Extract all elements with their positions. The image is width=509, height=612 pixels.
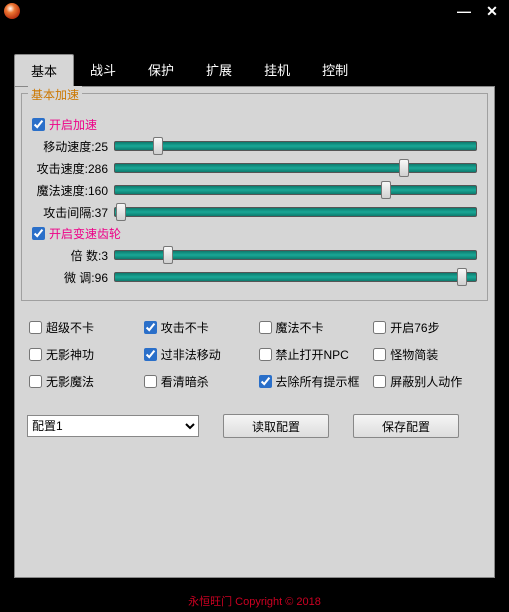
tab-basic[interactable]: 基本 — [14, 54, 74, 86]
opt-76step[interactable]: 开启76步 — [373, 319, 480, 336]
fine-tune-row: 微 调:96 — [32, 268, 477, 286]
save-config-button[interactable]: 保存配置 — [353, 414, 459, 438]
enable-gear-row: 开启变速齿轮 — [32, 225, 477, 242]
opt-hide-others[interactable]: 屏蔽别人动作 — [373, 373, 480, 390]
opt-see-assassin[interactable]: 看清暗杀 — [144, 373, 251, 390]
tab-bar: 基本 战斗 保护 扩展 挂机 控制 — [0, 22, 509, 86]
tab-control[interactable]: 控制 — [306, 54, 364, 86]
attack-gap-slider[interactable] — [114, 203, 477, 221]
speed-fieldset: 基本加速 开启加速 移动速度:25 攻击速度:286 魔法速度:160 攻击间隔… — [21, 93, 488, 301]
titlebar: — ✕ — [0, 0, 509, 22]
magic-speed-label: 魔法速度:160 — [32, 182, 114, 199]
opt-attack-nolag[interactable]: 攻击不卡 — [144, 319, 251, 336]
magic-speed-slider[interactable] — [114, 181, 477, 199]
move-speed-label: 移动速度:25 — [32, 138, 114, 155]
options-grid: 超级不卡 攻击不卡 魔法不卡 开启76步 无影神功 过非法移动 禁止打开NPC … — [15, 301, 494, 408]
enable-speed-label: 开启加速 — [49, 116, 97, 133]
fieldset-legend: 基本加速 — [28, 86, 82, 103]
footer-text: 永恒旺门 Copyright © 2018 — [0, 593, 509, 609]
attack-speed-slider[interactable] — [114, 159, 477, 177]
opt-shadowless-skill[interactable]: 无影神功 — [29, 346, 136, 363]
enable-speed-checkbox[interactable] — [32, 118, 45, 131]
fine-tune-slider[interactable] — [114, 268, 477, 286]
enable-speed-row: 开启加速 — [32, 116, 477, 133]
main-panel: 基本加速 开启加速 移动速度:25 攻击速度:286 魔法速度:160 攻击间隔… — [14, 86, 495, 578]
opt-remove-prompts[interactable]: 去除所有提示框 — [259, 373, 366, 390]
config-row: 配置1 读取配置 保存配置 — [15, 408, 494, 438]
opt-monster-simple[interactable]: 怪物简装 — [373, 346, 480, 363]
multiplier-slider[interactable] — [114, 246, 477, 264]
attack-speed-label: 攻击速度:286 — [32, 160, 114, 177]
close-button[interactable]: ✕ — [479, 2, 505, 20]
tab-protect[interactable]: 保护 — [132, 54, 190, 86]
tab-extend[interactable]: 扩展 — [190, 54, 248, 86]
opt-illegal-move[interactable]: 过非法移动 — [144, 346, 251, 363]
multiplier-row: 倍 数:3 — [32, 246, 477, 264]
attack-gap-row: 攻击间隔:37 — [32, 203, 477, 221]
minimize-button[interactable]: — — [451, 2, 477, 20]
config-select[interactable]: 配置1 — [27, 415, 199, 437]
opt-super-nolag[interactable]: 超级不卡 — [29, 319, 136, 336]
tab-idle[interactable]: 挂机 — [248, 54, 306, 86]
enable-gear-label: 开启变速齿轮 — [49, 225, 121, 242]
magic-speed-row: 魔法速度:160 — [32, 181, 477, 199]
load-config-button[interactable]: 读取配置 — [223, 414, 329, 438]
multiplier-label: 倍 数:3 — [32, 247, 114, 264]
enable-gear-checkbox[interactable] — [32, 227, 45, 240]
opt-magic-nolag[interactable]: 魔法不卡 — [259, 319, 366, 336]
move-speed-slider[interactable] — [114, 137, 477, 155]
tab-combat[interactable]: 战斗 — [74, 54, 132, 86]
attack-speed-row: 攻击速度:286 — [32, 159, 477, 177]
window-controls: — ✕ — [451, 2, 505, 20]
app-icon — [4, 3, 20, 19]
move-speed-row: 移动速度:25 — [32, 137, 477, 155]
opt-no-npc[interactable]: 禁止打开NPC — [259, 346, 366, 363]
fine-tune-label: 微 调:96 — [32, 269, 114, 286]
attack-gap-label: 攻击间隔:37 — [32, 204, 114, 221]
opt-shadowless-magic[interactable]: 无影魔法 — [29, 373, 136, 390]
